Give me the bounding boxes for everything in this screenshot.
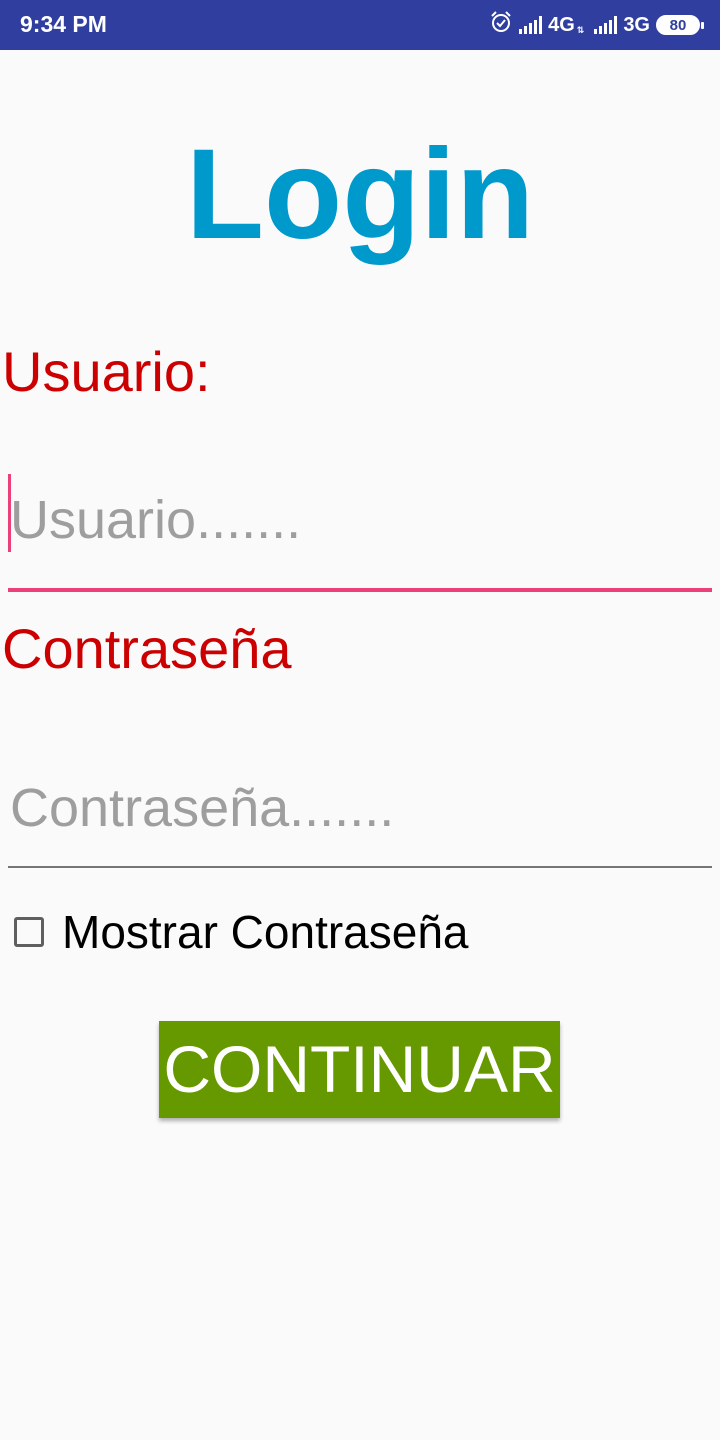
continue-button[interactable]: CONTINUAR: [159, 1021, 560, 1118]
password-input[interactable]: [8, 760, 712, 856]
signal-icon: [594, 16, 618, 34]
username-label: Usuario:: [2, 340, 211, 403]
status-icons: 4G ⇅ 3G 80: [489, 10, 704, 40]
username-input[interactable]: [8, 470, 712, 570]
text-cursor: [8, 474, 11, 552]
status-time: 9:34 PM: [20, 11, 107, 37]
network-type-label: 4G: [548, 13, 575, 36]
status-bar: 9:34 PM 4G ⇅ 3G 80: [0, 0, 720, 50]
password-underline: [8, 866, 712, 868]
battery-level: 80: [669, 16, 687, 34]
page-title: Login: [185, 123, 535, 266]
battery-icon: 80: [656, 15, 704, 35]
username-field[interactable]: [8, 470, 712, 592]
password-field[interactable]: [8, 760, 712, 868]
network-type-label: 3G: [623, 13, 650, 36]
show-password-label: Mostrar Contraseña: [62, 906, 469, 958]
data-activity-icon: ⇅: [576, 25, 585, 35]
signal-icon: [519, 16, 543, 34]
password-label: Contraseña: [2, 617, 292, 680]
alarm-icon: [489, 10, 513, 40]
show-password-checkbox[interactable]: [14, 917, 44, 947]
show-password-toggle[interactable]: Mostrar Contraseña: [14, 904, 469, 960]
username-underline: [8, 588, 712, 592]
